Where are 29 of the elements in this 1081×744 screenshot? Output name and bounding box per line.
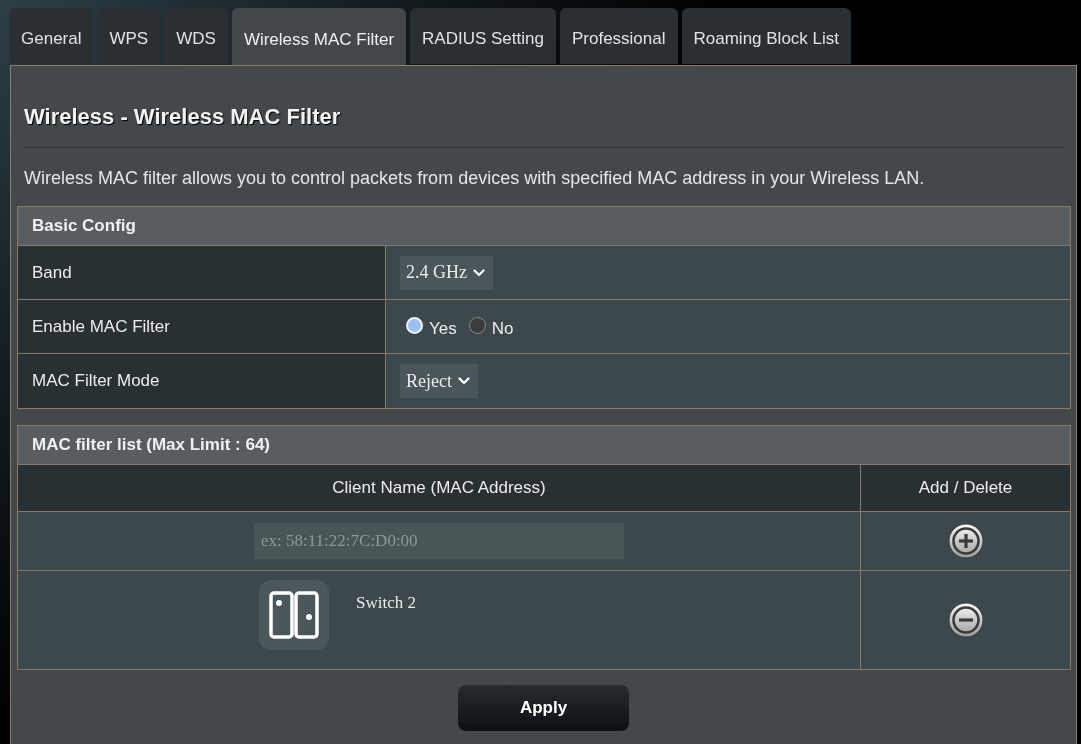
remove-icon[interactable] bbox=[947, 602, 984, 638]
chevron-down-icon bbox=[473, 268, 485, 277]
tab[interactable]: General bbox=[9, 8, 94, 64]
field-label: Enable MAC Filter bbox=[18, 300, 386, 353]
dropdown[interactable]: Reject bbox=[400, 364, 478, 398]
page-title: Wireless - Wireless MAC Filter bbox=[24, 103, 342, 131]
column-header: Add / Delete bbox=[861, 465, 1070, 511]
device-icon bbox=[259, 580, 329, 650]
apply-button[interactable]: Apply bbox=[458, 685, 629, 731]
radio-label: No bbox=[491, 317, 514, 340]
section-header: Basic Config bbox=[18, 207, 1070, 246]
add-icon[interactable] bbox=[947, 523, 984, 559]
section-header: MAC filter list (Max Limit : 64) bbox=[18, 426, 1070, 465]
tab[interactable]: RADIUS Setting bbox=[410, 8, 556, 64]
column-header: Client Name (MAC Address) bbox=[18, 465, 861, 511]
field-label: Band bbox=[18, 246, 386, 299]
dropdown[interactable]: 2.4 GHz bbox=[400, 255, 493, 290]
radio-button[interactable] bbox=[468, 316, 486, 334]
tab[interactable]: Wireless MAC Filter bbox=[231, 8, 407, 65]
client-name: Switch 2 bbox=[356, 593, 416, 613]
tab[interactable]: Professional bbox=[559, 8, 678, 64]
tab[interactable]: WDS bbox=[164, 8, 228, 64]
radio-label: Yes bbox=[429, 317, 457, 340]
tab[interactable]: Roaming Block List bbox=[681, 8, 852, 64]
field-label: MAC Filter Mode bbox=[18, 354, 386, 408]
description: Wireless MAC filter allows you to control packets from devices with specified MAC address in your Wireless LAN. bbox=[24, 167, 926, 190]
chevron-down-icon bbox=[458, 377, 470, 385]
tab[interactable]: WPS bbox=[97, 8, 161, 64]
mac-address-field[interactable]: ex: 58:11:22:7C:D0:00 bbox=[254, 523, 624, 559]
